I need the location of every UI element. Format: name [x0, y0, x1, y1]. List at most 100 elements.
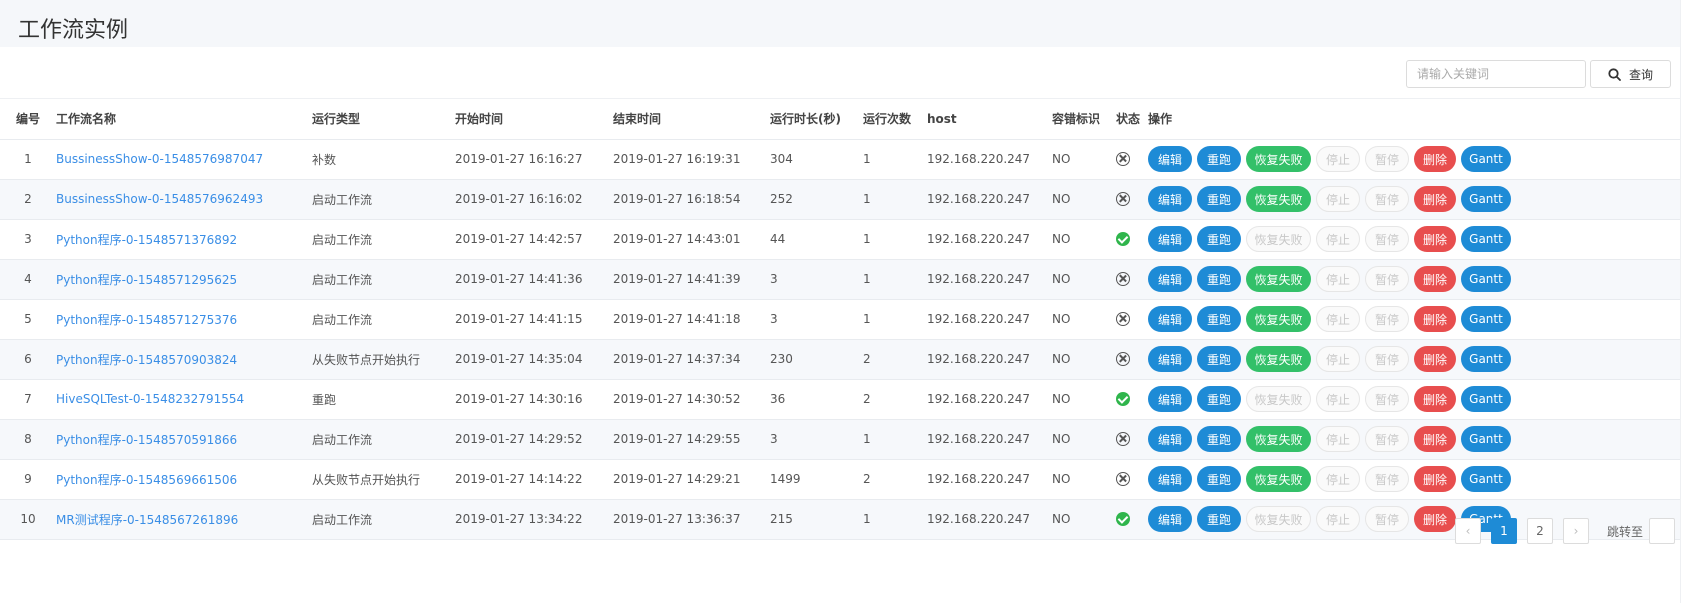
- check-circle-icon: [1116, 512, 1130, 527]
- cell-host: 192.168.220.247: [927, 459, 1052, 500]
- rerun-button[interactable]: 重跑: [1197, 226, 1241, 252]
- stop-button: 停止: [1316, 426, 1360, 452]
- gantt-button[interactable]: Gantt: [1461, 426, 1511, 452]
- delete-button[interactable]: 删除: [1414, 466, 1456, 492]
- rerun-button[interactable]: 重跑: [1197, 386, 1241, 412]
- gantt-button[interactable]: Gantt: [1461, 386, 1511, 412]
- scrollbar[interactable]: [1680, 0, 1695, 603]
- cell-name: Python程序-0-1548571376892: [56, 219, 312, 260]
- rerun-button[interactable]: 重跑: [1197, 266, 1241, 292]
- pause-button: 暂停: [1365, 386, 1409, 412]
- row-actions: 编辑 重跑 恢复失败 停止 暂停 删除 Gantt: [1148, 266, 1680, 292]
- cell-actions: 编辑 重跑 恢复失败 停止 暂停 删除 Gantt: [1148, 419, 1680, 460]
- pagination: ‹ 1 2 › 跳转至 页: [1454, 516, 1695, 546]
- rerun-button[interactable]: 重跑: [1197, 506, 1241, 532]
- edit-button[interactable]: 编辑: [1148, 266, 1192, 292]
- cell-fault-flag: NO: [1052, 259, 1116, 300]
- gantt-button[interactable]: Gantt: [1461, 226, 1511, 252]
- stop-button: 停止: [1316, 386, 1360, 412]
- pause-button: 暂停: [1365, 226, 1409, 252]
- recover-failed-button[interactable]: 恢复失败: [1246, 306, 1311, 332]
- cell-host: 192.168.220.247: [927, 419, 1052, 460]
- recover-failed-button[interactable]: 恢复失败: [1246, 346, 1311, 372]
- delete-button[interactable]: 删除: [1414, 226, 1456, 252]
- cell-actions: 编辑 重跑 恢复失败 停止 暂停 删除 Gantt: [1148, 379, 1680, 420]
- workflow-name-link[interactable]: Python程序-0-1548571275376: [56, 313, 237, 327]
- cell-status: [1116, 179, 1148, 220]
- edit-button[interactable]: 编辑: [1148, 426, 1192, 452]
- recover-failed-button[interactable]: 恢复失败: [1246, 266, 1311, 292]
- search-input[interactable]: [1406, 60, 1586, 88]
- gantt-button[interactable]: Gantt: [1461, 466, 1511, 492]
- cell-id: 10: [0, 499, 56, 540]
- edit-button[interactable]: 编辑: [1148, 346, 1192, 372]
- cell-id: 1: [0, 139, 56, 180]
- edit-button[interactable]: 编辑: [1148, 386, 1192, 412]
- workflow-name-link[interactable]: BussinessShow-0-1548576962493: [56, 192, 263, 206]
- edit-button[interactable]: 编辑: [1148, 186, 1192, 212]
- gantt-button[interactable]: Gantt: [1461, 186, 1511, 212]
- row-actions: 编辑 重跑 恢复失败 停止 暂停 删除 Gantt: [1148, 426, 1680, 452]
- next-page-button[interactable]: ›: [1562, 518, 1589, 544]
- delete-button[interactable]: 删除: [1414, 306, 1456, 332]
- workflow-name-link[interactable]: BussinessShow-0-1548576987047: [56, 152, 263, 166]
- search-icon: [1608, 67, 1621, 81]
- header-run-count: 运行次数: [863, 99, 927, 140]
- cell-id: 7: [0, 379, 56, 420]
- pause-button: 暂停: [1365, 186, 1409, 212]
- jump-page-input[interactable]: [1648, 518, 1675, 544]
- recover-failed-button[interactable]: 恢复失败: [1246, 146, 1311, 172]
- gantt-button[interactable]: Gantt: [1461, 146, 1511, 172]
- edit-button[interactable]: 编辑: [1148, 146, 1192, 172]
- page-button-1[interactable]: 1: [1490, 518, 1517, 544]
- rerun-button[interactable]: 重跑: [1197, 306, 1241, 332]
- query-label: 查询: [1628, 67, 1653, 82]
- row-actions: 编辑 重跑 恢复失败 停止 暂停 删除 Gantt: [1148, 386, 1680, 412]
- rerun-button[interactable]: 重跑: [1197, 146, 1241, 172]
- delete-button[interactable]: 删除: [1414, 426, 1456, 452]
- rerun-button[interactable]: 重跑: [1197, 466, 1241, 492]
- edit-button[interactable]: 编辑: [1148, 226, 1192, 252]
- circle-x-icon: [1116, 272, 1130, 287]
- workflow-name-link[interactable]: Python程序-0-1548569661506: [56, 473, 237, 487]
- rerun-button[interactable]: 重跑: [1197, 346, 1241, 372]
- delete-button[interactable]: 删除: [1414, 186, 1456, 212]
- recover-failed-button[interactable]: 恢复失败: [1246, 426, 1311, 452]
- gantt-button[interactable]: Gantt: [1461, 346, 1511, 372]
- cell-run-count: 1: [863, 299, 927, 340]
- edit-button[interactable]: 编辑: [1148, 306, 1192, 332]
- recover-failed-button: 恢复失败: [1246, 386, 1311, 412]
- cell-start-time: 2019-01-27 14:14:22: [455, 459, 613, 500]
- workflow-name-link[interactable]: HiveSQLTest-0-1548232791554: [56, 392, 244, 406]
- cell-name: Python程序-0-1548570903824: [56, 339, 312, 380]
- page-button-2[interactable]: 2: [1526, 518, 1553, 544]
- delete-button[interactable]: 删除: [1414, 146, 1456, 172]
- edit-button[interactable]: 编辑: [1148, 466, 1192, 492]
- header-actions: 操作: [1148, 99, 1680, 140]
- recover-failed-button[interactable]: 恢复失败: [1246, 186, 1311, 212]
- cell-start-time: 2019-01-27 14:41:36: [455, 259, 613, 300]
- gantt-button[interactable]: Gantt: [1461, 266, 1511, 292]
- workflow-name-link[interactable]: Python程序-0-1548571295625: [56, 273, 237, 287]
- workflow-name-link[interactable]: MR测试程序-0-1548567261896: [56, 513, 238, 527]
- delete-button[interactable]: 删除: [1414, 506, 1456, 532]
- delete-button[interactable]: 删除: [1414, 266, 1456, 292]
- edit-button[interactable]: 编辑: [1148, 506, 1192, 532]
- cell-duration: 230: [770, 339, 863, 380]
- recover-failed-button[interactable]: 恢复失败: [1246, 466, 1311, 492]
- cell-duration: 215: [770, 499, 863, 540]
- delete-button[interactable]: 删除: [1414, 346, 1456, 372]
- workflow-name-link[interactable]: Python程序-0-1548570903824: [56, 353, 237, 367]
- gantt-button[interactable]: Gantt: [1461, 306, 1511, 332]
- workflow-name-link[interactable]: Python程序-0-1548571376892: [56, 233, 237, 247]
- cell-fault-flag: NO: [1052, 499, 1116, 540]
- prev-page-button[interactable]: ‹: [1454, 518, 1481, 544]
- cell-run-count: 1: [863, 259, 927, 300]
- stop-button: 停止: [1316, 186, 1360, 212]
- query-button[interactable]: 查询: [1590, 60, 1671, 88]
- rerun-button[interactable]: 重跑: [1197, 186, 1241, 212]
- workflow-name-link[interactable]: Python程序-0-1548570591866: [56, 433, 237, 447]
- cell-status: [1116, 299, 1148, 340]
- rerun-button[interactable]: 重跑: [1197, 426, 1241, 452]
- delete-button[interactable]: 删除: [1414, 386, 1456, 412]
